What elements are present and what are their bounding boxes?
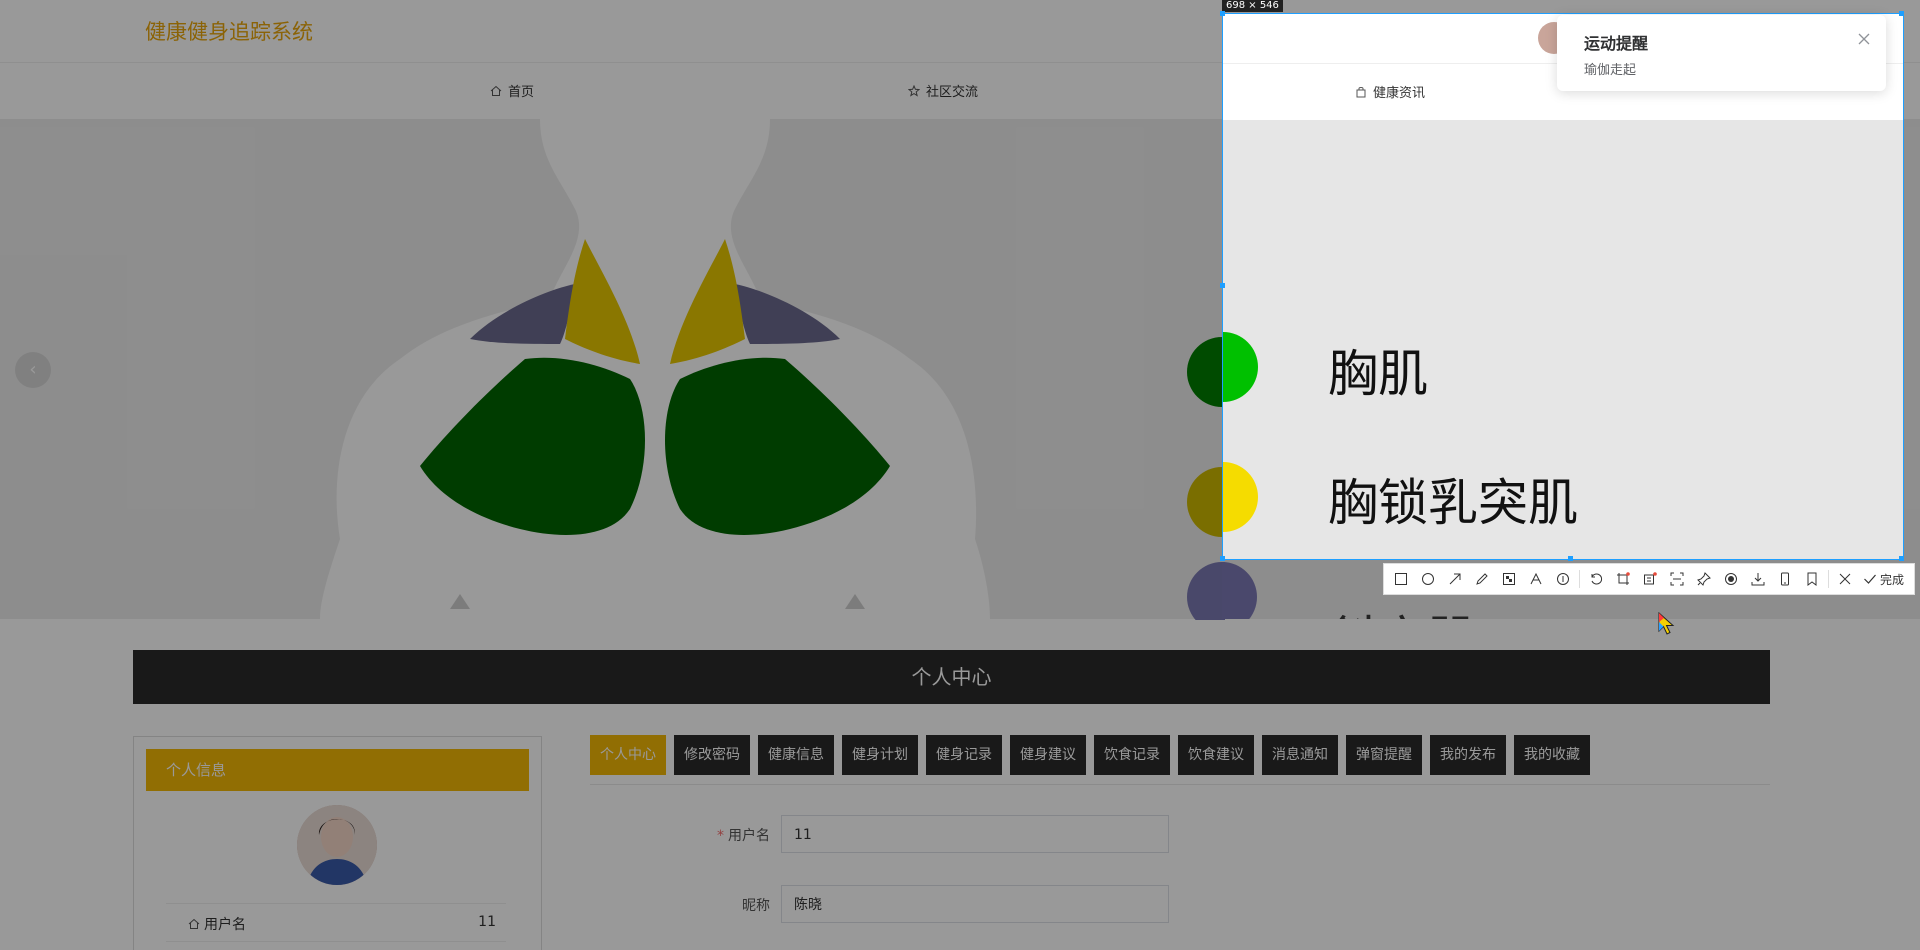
- crop-button[interactable]: [1612, 568, 1634, 590]
- number-marker-icon: [1557, 573, 1569, 585]
- resize-handle-tl[interactable]: [1220, 11, 1225, 16]
- arrow-icon: [1449, 573, 1461, 585]
- mosaic-tool-button[interactable]: [1498, 568, 1520, 590]
- legend-label-pecs: 胸肌: [1328, 345, 1428, 403]
- arrow-tool-button[interactable]: [1444, 568, 1466, 590]
- rectangle-tool-button[interactable]: [1390, 568, 1412, 590]
- phone-button[interactable]: [1774, 568, 1796, 590]
- bookmark-button[interactable]: [1801, 568, 1823, 590]
- ellipse-tool-button[interactable]: [1417, 568, 1439, 590]
- mosaic-icon: [1503, 573, 1515, 585]
- done-button[interactable]: 完成: [1863, 571, 1904, 588]
- close-icon: [1839, 573, 1851, 585]
- crop-icon: [1617, 572, 1630, 585]
- resize-handle-br[interactable]: [1899, 556, 1904, 561]
- serial-number-tool-button[interactable]: [1552, 568, 1574, 590]
- nav-item-health-news[interactable]: 健康资讯: [1355, 82, 1425, 101]
- nav-health-news-label: 健康资讯: [1373, 86, 1426, 101]
- resize-handle-tr[interactable]: [1899, 11, 1904, 16]
- close-icon[interactable]: [1856, 31, 1872, 47]
- bag-icon: [1356, 86, 1366, 97]
- pen-tool-button[interactable]: [1471, 568, 1493, 590]
- pin-icon: [1697, 572, 1711, 586]
- notification-title: 运动提醒: [1584, 34, 1649, 53]
- screenshot-toolbar: 完成: [1383, 563, 1915, 595]
- legend-dot-pecs: [1223, 332, 1258, 402]
- pen-icon: [1476, 573, 1488, 585]
- bookmark-icon: [1807, 572, 1817, 586]
- done-label: 完成: [1880, 572, 1905, 587]
- download-button[interactable]: [1747, 568, 1769, 590]
- toolbar-separator: [1579, 570, 1580, 588]
- legend-dot-trapezius: [1222, 562, 1257, 619]
- resize-handle-left[interactable]: [1220, 283, 1225, 288]
- pin-button[interactable]: [1693, 568, 1715, 590]
- notification-message: 瑜伽走起: [1584, 63, 1637, 78]
- rectangle-icon: [1395, 573, 1407, 585]
- cancel-button[interactable]: [1834, 568, 1856, 590]
- text-icon: [1530, 572, 1542, 585]
- record-button[interactable]: [1720, 568, 1742, 590]
- download-icon: [1751, 573, 1765, 586]
- muscle-legend-slide: 胸肌 胸锁乳突肌: [1223, 120, 1903, 559]
- undo-button[interactable]: [1585, 568, 1607, 590]
- scan-icon: [1670, 572, 1684, 586]
- record-icon: [1725, 573, 1737, 585]
- ocr-icon: [1644, 572, 1657, 585]
- text-tool-button[interactable]: [1525, 568, 1547, 590]
- resize-handle-bottom[interactable]: [1568, 556, 1573, 561]
- capture-region[interactable]: 健康资讯 胸肌 胸锁乳突肌: [1222, 13, 1904, 560]
- ellipse-icon: [1422, 573, 1434, 585]
- reminder-notification: 运动提醒 瑜伽走起: [1557, 15, 1886, 91]
- scan-button[interactable]: [1666, 568, 1688, 590]
- ocr-button[interactable]: [1639, 568, 1661, 590]
- legend-dot-edge: [1187, 337, 1225, 620]
- check-icon: [1864, 574, 1876, 584]
- capture-size-label: 698 × 546: [1222, 0, 1283, 12]
- resize-handle-bl[interactable]: [1220, 556, 1225, 561]
- legend-dot-scm: [1223, 462, 1258, 532]
- toolbar-separator: [1828, 570, 1829, 588]
- page-root: 健康健身追踪系统 首页 社区交流 ‹ ›: [0, 0, 1920, 950]
- legend-label-scm: 胸锁乳突肌: [1328, 474, 1578, 532]
- mouse-cursor-icon: [1658, 612, 1675, 635]
- undo-icon: [1591, 573, 1602, 585]
- phone-icon: [1781, 572, 1789, 586]
- legend-label-trapezius: 斜方肌: [1327, 600, 1477, 619]
